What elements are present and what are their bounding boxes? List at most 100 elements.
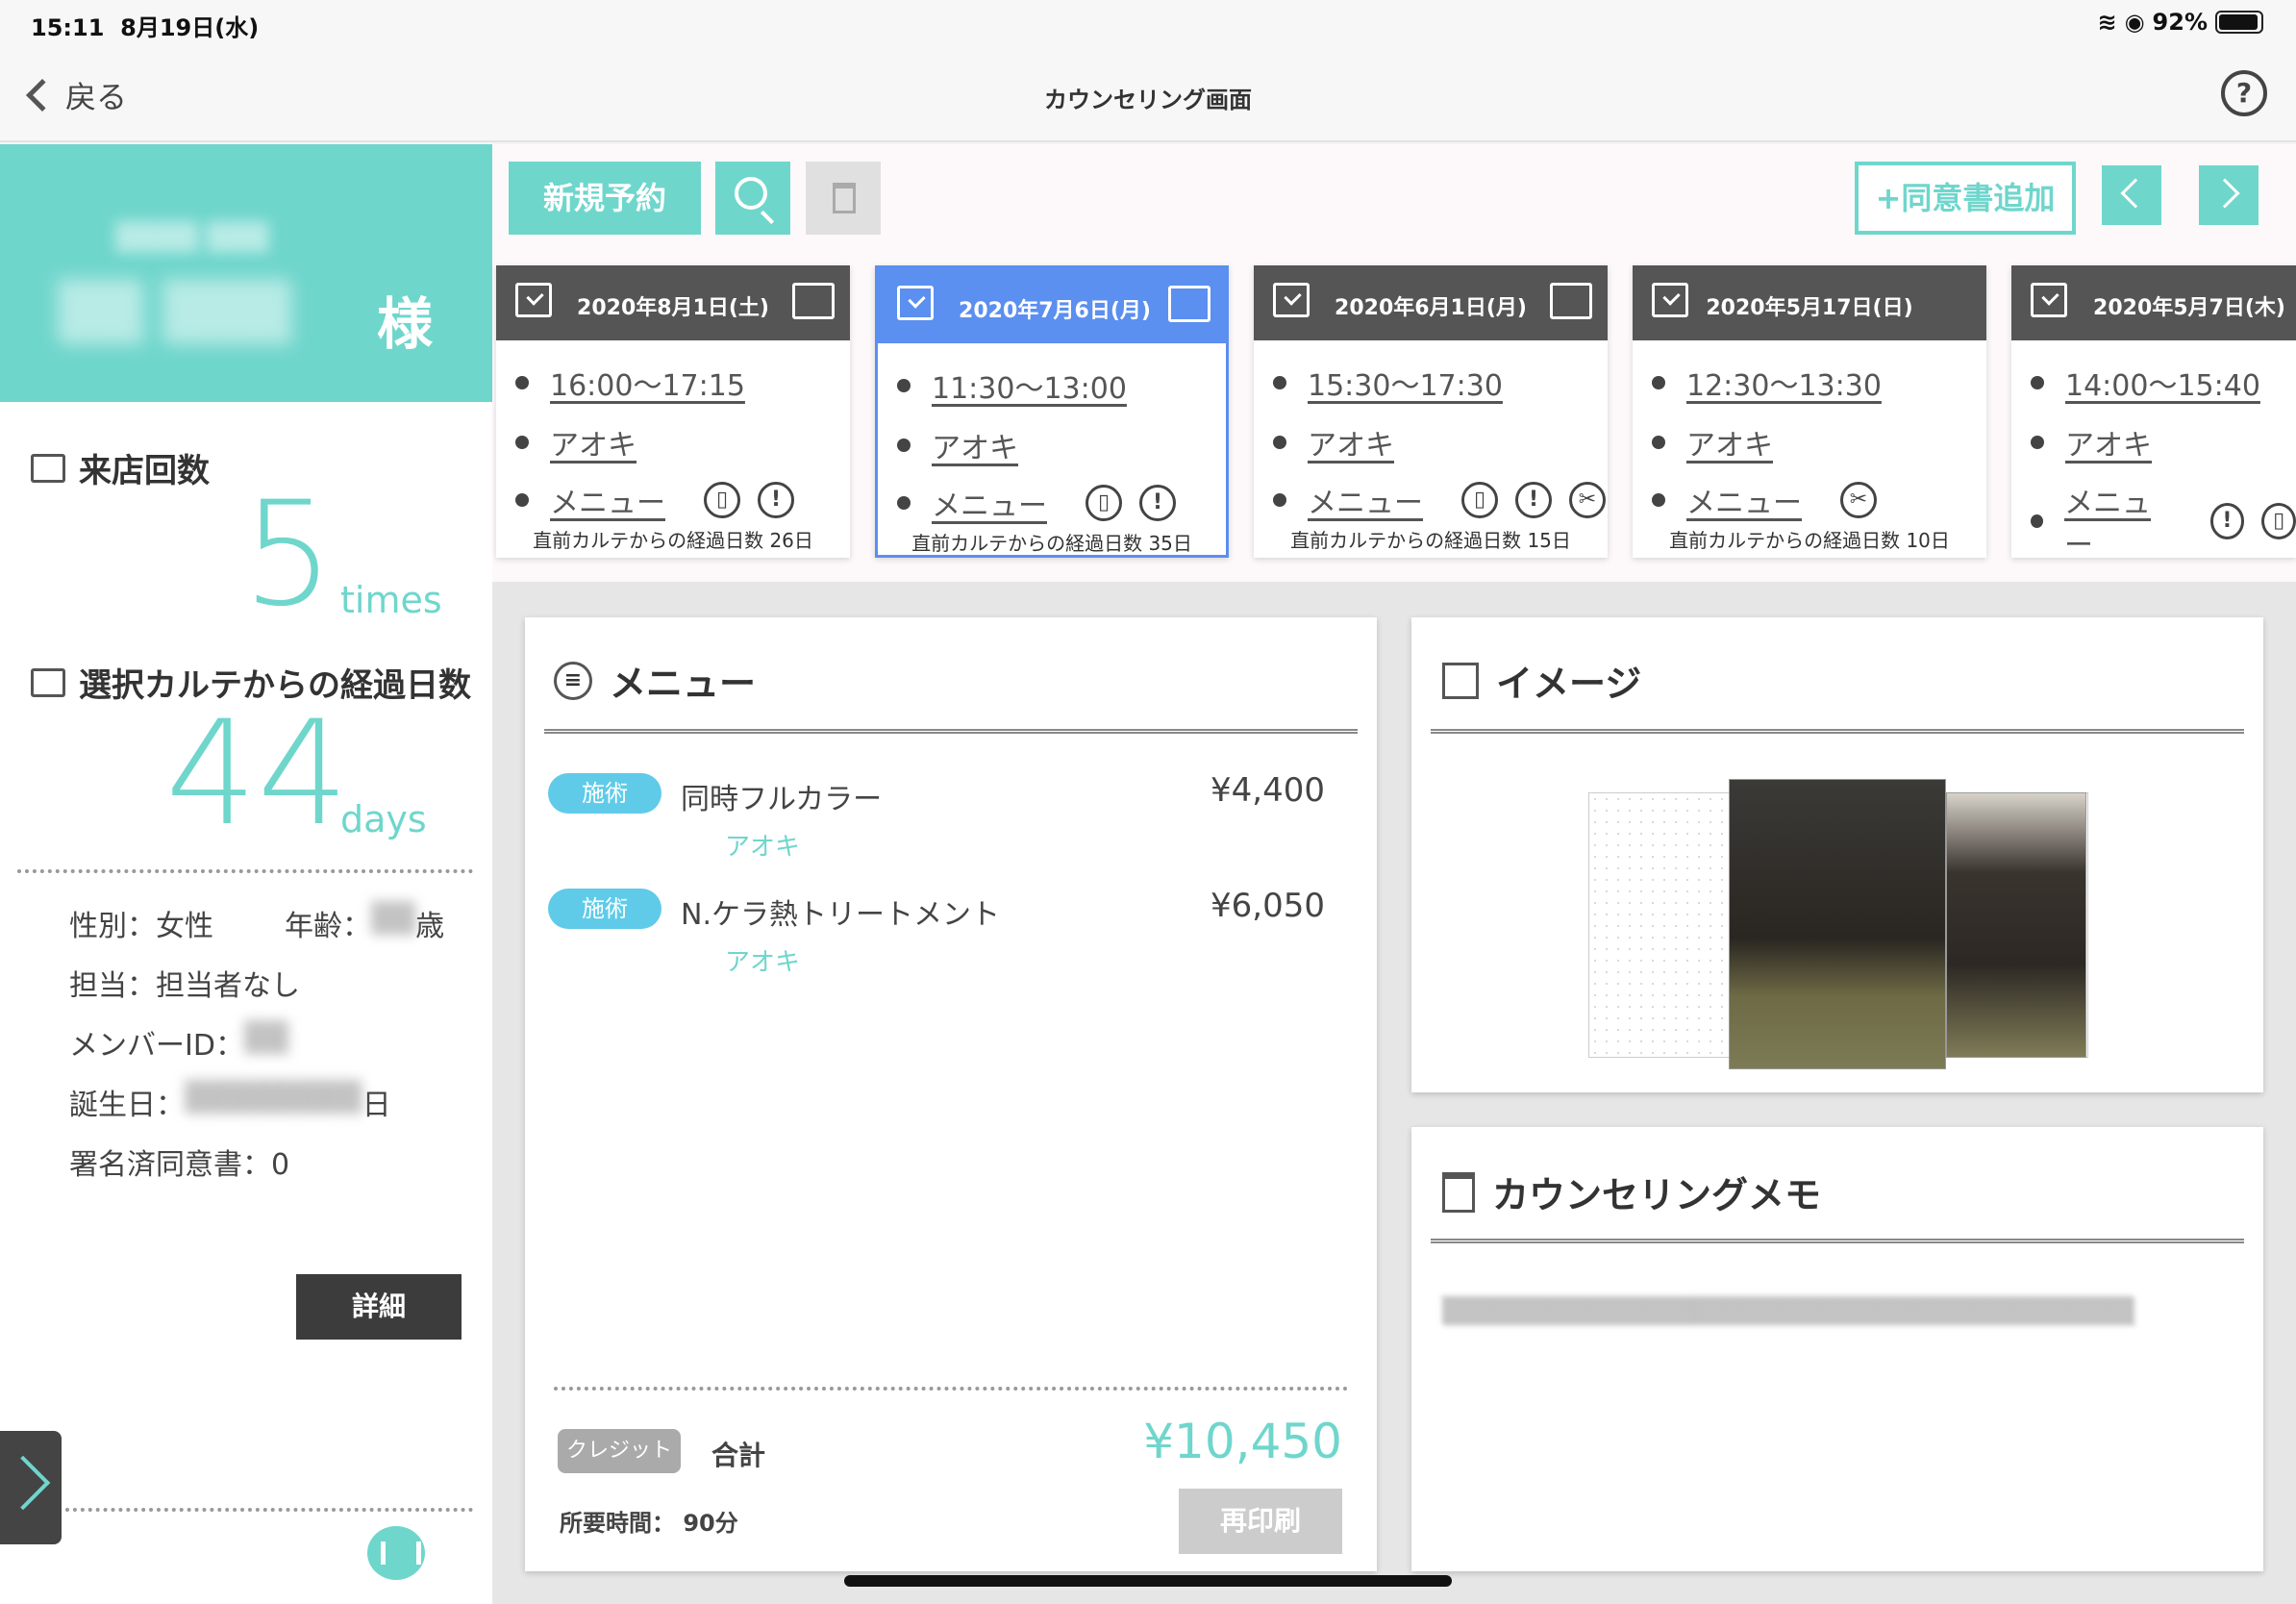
card-date: 2020年8月1日(土) — [577, 296, 769, 320]
customer-header: ▒▒▒▒ ▒▒▒ ▒▒ ▒▒▒ 様 — [0, 144, 492, 402]
card-staff-row: アオキ — [1273, 421, 1394, 464]
image-panel-title: イメージ — [1496, 663, 1642, 705]
prev-page-button[interactable] — [2102, 165, 2161, 225]
card-elapsed: 直前カルテからの経過日数 35日 — [911, 532, 1192, 555]
image-panel-title-row: イメージ — [1442, 654, 1641, 707]
hair-photo-side[interactable] — [1946, 792, 2086, 1058]
karte-card-selected[interactable]: 2020年7月6日(月) 11:30〜13:00 アオキ メニュー ▯! 直前カル… — [875, 265, 1229, 558]
next-page-button[interactable] — [2199, 165, 2259, 225]
card-time[interactable]: 16:00〜17:15 — [550, 362, 745, 404]
title-rule — [544, 729, 1358, 735]
card-staff[interactable]: アオキ — [1686, 421, 1773, 464]
calendar-check-icon — [897, 286, 934, 320]
card-time-row: 14:00〜15:40 — [2031, 362, 2260, 404]
notepad-icon — [1442, 1171, 1475, 1213]
help-icon[interactable]: ? — [2221, 70, 2267, 116]
card-time[interactable]: 11:30〜13:00 — [932, 364, 1127, 407]
card-staff[interactable]: アオキ — [932, 424, 1018, 466]
wifi-icon: ≋ — [2097, 9, 2117, 36]
bullet — [1652, 376, 1665, 389]
card-date: 2020年6月1日(月) — [1335, 296, 1527, 320]
service-badge: 施術 — [548, 889, 661, 929]
karte-card[interactable]: 2020年5月17日(日) 12:30〜13:30 アオキ メニュー ✂ 直前カル… — [1633, 265, 1986, 558]
karte-card[interactable]: 2020年8月1日(土) 16:00〜17:15 アオキ メニュー ▯! 直前カル… — [496, 265, 850, 558]
edit-karte-icon[interactable] — [1168, 286, 1210, 322]
card-elapsed: 直前カルテからの経過日数 10日 — [1669, 529, 1950, 552]
staff: 担当：担当者なし — [69, 969, 300, 1003]
card-header: 2020年8月1日(土) — [496, 265, 850, 340]
chevron-right-icon — [2209, 178, 2240, 209]
karte-card[interactable]: 2020年5月7日(木) 14:00〜15:40 アオキ メニュー! ▯ — [2011, 265, 2296, 558]
card-header: 2020年7月6日(月) — [878, 268, 1226, 343]
status-bar: 15:11 8月19日(水) ≋ ◉ 92% — [0, 0, 2296, 46]
visits-unit: times — [340, 579, 442, 621]
signed-consents: 署名済同意書：0 — [69, 1148, 290, 1182]
card-menu[interactable]: メニュー — [2064, 479, 2172, 558]
card-header: 2020年6月1日(月) — [1254, 265, 1608, 340]
bullet — [897, 379, 911, 392]
bullet — [1273, 376, 1286, 389]
customer-kana: ▒▒▒▒ ▒▒▒ — [115, 221, 269, 253]
home-indicator[interactable] — [844, 1575, 1452, 1587]
film-icon[interactable] — [367, 1526, 425, 1580]
member-id: メンバーID： ▒▒ — [69, 1021, 289, 1063]
bullet — [897, 439, 911, 452]
card-time[interactable]: 14:00〜15:40 — [2065, 362, 2260, 404]
title-rule — [1431, 729, 2244, 735]
card-menu[interactable]: メニュー — [550, 479, 665, 521]
sidebar-toggle-button[interactable] — [0, 1431, 62, 1544]
birthday: 誕生日： ▒▒▒▒▒▒▒▒ 日 — [69, 1081, 391, 1122]
card-staff-row: アオキ — [897, 424, 1018, 466]
card-time[interactable]: 15:30〜17:30 — [1308, 362, 1503, 404]
lock-rotation-icon: ◉ — [2124, 9, 2145, 36]
card-menu[interactable]: メニュー — [1308, 479, 1423, 521]
birthday-value: ▒▒▒▒▒▒▒▒ — [185, 1081, 362, 1115]
divider — [17, 869, 473, 873]
age-value: ▒▒ — [371, 902, 416, 936]
customer-name: ▒▒ ▒▒▒ — [58, 279, 292, 344]
chevron-left-icon — [2120, 178, 2151, 209]
calendar-check-icon — [515, 283, 552, 317]
card-header: 2020年5月17日(日) — [1633, 265, 1986, 340]
card-elapsed: 直前カルテからの経過日数 15日 — [1290, 529, 1571, 552]
add-consent-button[interactable]: +同意書追加 — [1855, 162, 2076, 235]
card-date: 2020年5月7日(木) — [2093, 296, 2285, 320]
karte-card[interactable]: 2020年6月1日(月) 15:30〜17:30 アオキ メニュー ▯! ✂ 直前カ… — [1254, 265, 1608, 558]
card-staff[interactable]: アオキ — [1308, 421, 1394, 464]
card-menu[interactable]: メニュー — [932, 482, 1047, 524]
hair-photo-back[interactable] — [1729, 779, 1946, 1069]
bullet — [1273, 436, 1286, 449]
battery-percent: 92% — [2152, 9, 2208, 36]
delete-button[interactable] — [806, 162, 881, 235]
bullet — [515, 376, 529, 389]
image-panel: イメージ — [1411, 617, 2263, 1092]
memo-text[interactable]: ▒▒▒▒▒▒▒▒▒▒▒▒▒▒▒▒▒▒▒▒▒▒▒▒▒▒▒▒▒▒▒▒▒▒▒▒ — [1442, 1292, 2231, 1331]
search-icon — [735, 177, 767, 210]
reprint-button[interactable]: 再印刷 — [1179, 1489, 1342, 1554]
new-reservation-button[interactable]: 新規予約 — [509, 162, 701, 235]
card-staff[interactable]: アオキ — [550, 421, 636, 464]
card-menu[interactable]: メニュー — [1686, 479, 1802, 521]
bullet — [2031, 376, 2044, 389]
visits-count: 5 — [242, 471, 335, 639]
member-id-value: ▒▒ — [243, 1021, 289, 1055]
menu-item-staff: アオキ — [725, 948, 801, 977]
edit-karte-icon[interactable] — [792, 283, 835, 319]
portrait-icon — [1442, 662, 1479, 699]
calendar-check-icon — [2031, 283, 2067, 317]
bottle-icon: ▯ — [2261, 503, 2296, 539]
total-value: ¥10,450 — [1143, 1414, 1342, 1469]
page-title: カウンセリング画面 — [1044, 87, 1252, 113]
card-time[interactable]: 12:30〜13:30 — [1686, 362, 1882, 404]
exclaim-icon: ! — [1139, 485, 1176, 521]
nav-bar: 戻る カウンセリング画面 ? — [0, 46, 2296, 142]
card-staff[interactable]: アオキ — [2065, 421, 2152, 464]
search-button[interactable] — [715, 162, 790, 235]
edit-karte-icon[interactable] — [1550, 283, 1592, 319]
exclaim-icon: ! — [1515, 482, 1552, 518]
divider-bottom — [65, 1508, 473, 1512]
card-date: 2020年7月6日(月) — [959, 299, 1151, 323]
age: 年齢： ▒▒ 歳 — [285, 902, 445, 943]
detail-button[interactable]: 詳細 — [296, 1274, 462, 1340]
scissors-icon: ✂ — [1840, 482, 1877, 518]
